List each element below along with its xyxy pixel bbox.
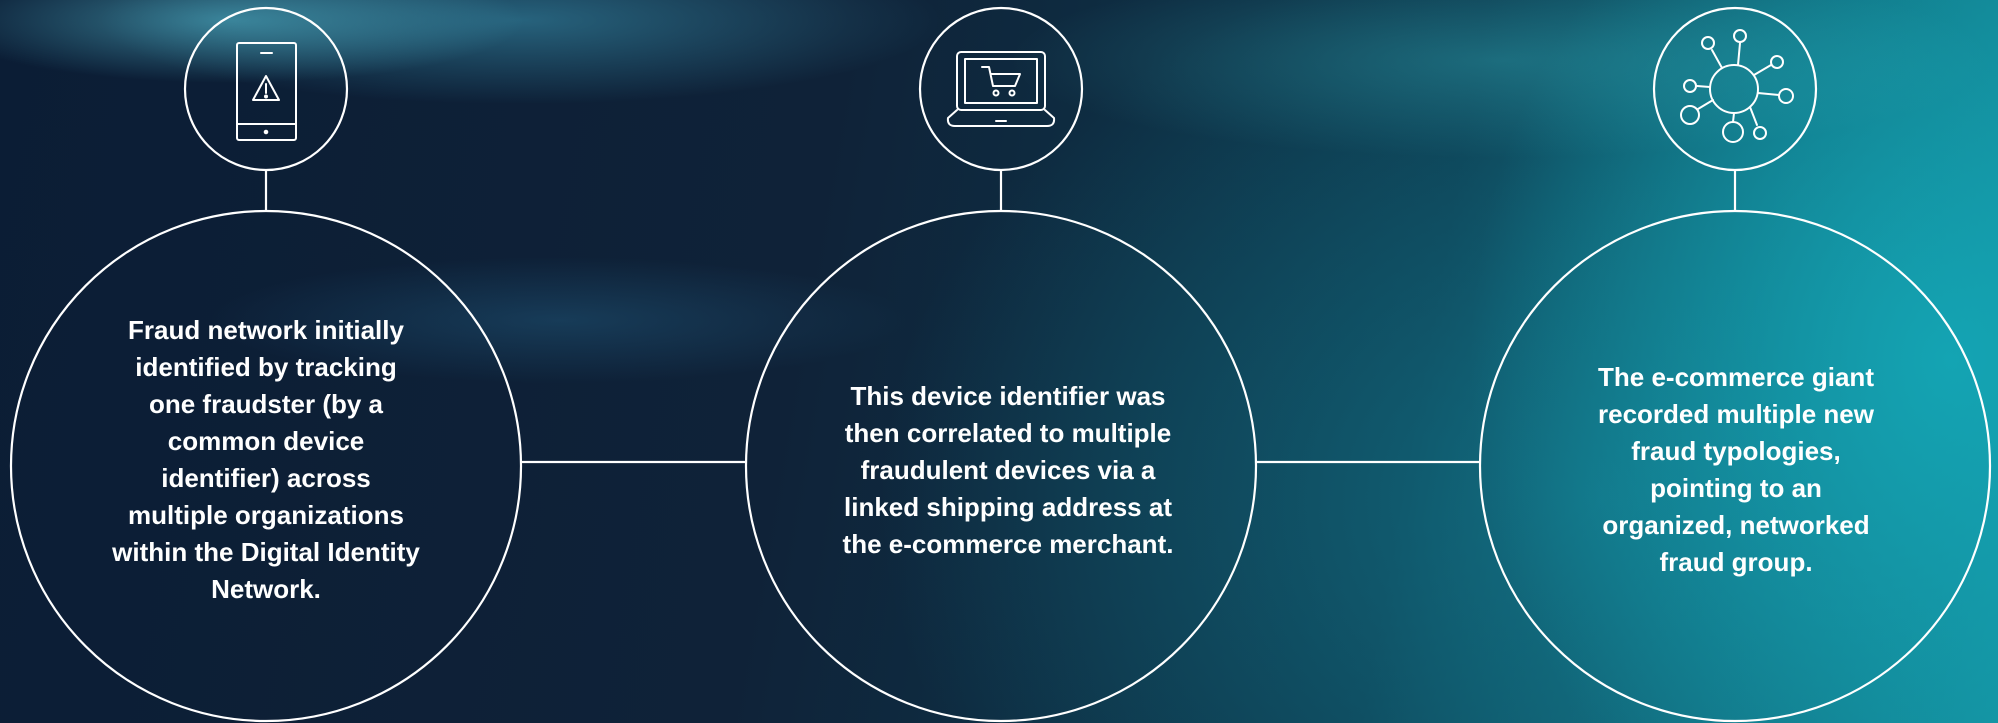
step-text-2: This device identifier was then correlat…: [818, 290, 1198, 650]
network-hub-icon: [1680, 29, 1794, 143]
step-text-3: The e-commerce giant recorded multiple n…: [1556, 290, 1916, 650]
step-text-1: Fraud network initially identified by tr…: [86, 280, 446, 640]
laptop-cart-icon: [946, 51, 1056, 127]
step-text-1-label: Fraud network initially identified by tr…: [112, 315, 420, 604]
icon-circle-2: [918, 6, 1084, 172]
step-text-3-label: The e-commerce giant recorded multiple n…: [1598, 362, 1874, 577]
step-text-2-label: This device identifier was then correlat…: [842, 380, 1174, 559]
mobile-warning-icon: [236, 42, 297, 141]
